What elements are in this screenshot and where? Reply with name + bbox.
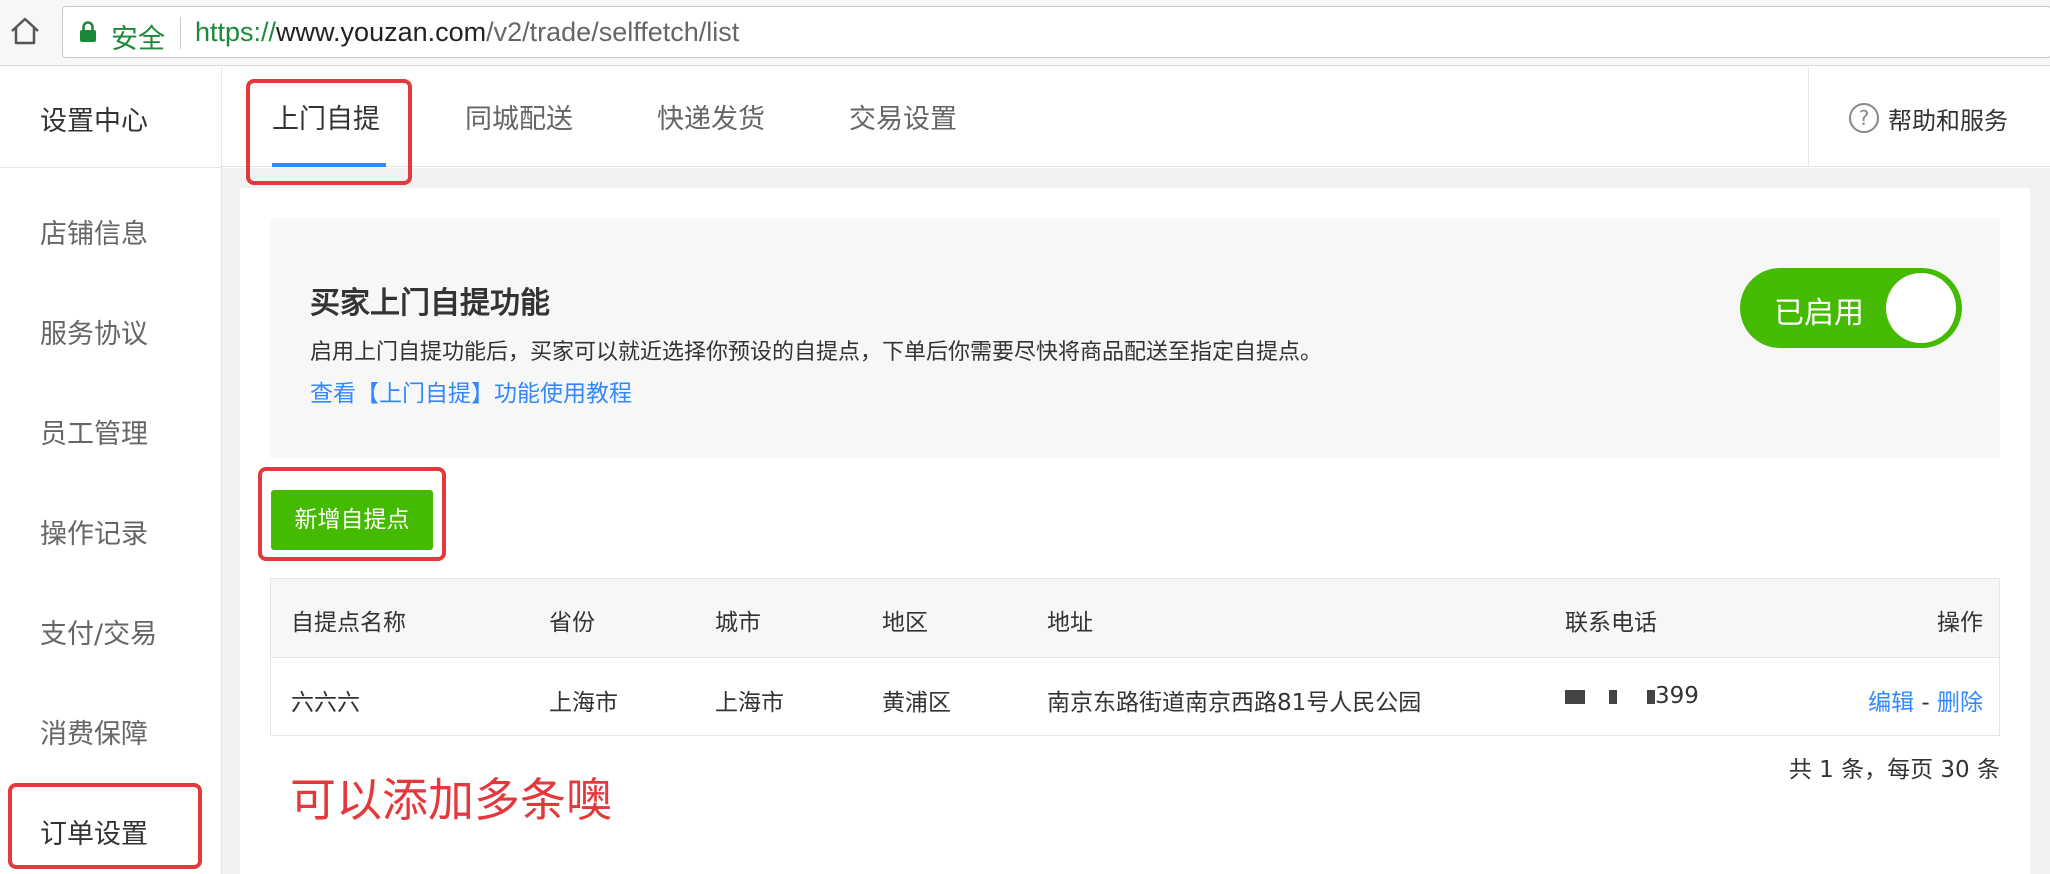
table-header: 自提点名称 省份 城市 地区 地址 联系电话 操作	[271, 579, 1999, 658]
annotation-highlight-tab	[246, 79, 412, 185]
url-host: www.youzan.com	[276, 17, 487, 47]
tab-express-shipping[interactable]: 快递发货	[657, 97, 765, 136]
lock-icon	[80, 21, 96, 42]
browser-address-bar: 安全 https://www.youzan.com/v2/trade/selff…	[0, 0, 2050, 66]
sidebar: 设置中心 店铺信息 服务协议 员工管理 操作记录 支付/交易 消费保障 订单设置	[0, 67, 222, 874]
annotation-note: 可以添加多条噢	[290, 773, 612, 827]
cell-name: 六六六	[291, 690, 360, 716]
sidebar-title: 设置中心	[40, 106, 148, 137]
redacted-phone-mask	[1647, 689, 1655, 704]
redacted-phone-mask	[1609, 689, 1617, 704]
annotation-highlight-sidebar-item	[8, 783, 202, 869]
column-header-actions: 操作	[1937, 610, 1983, 636]
edit-link[interactable]: 编辑	[1868, 690, 1914, 716]
sidebar-item-staff[interactable]: 员工管理	[40, 412, 148, 451]
pagination-summary: 共 1 条，每页 30 条	[1788, 757, 2000, 783]
cell-actions: 编辑 - 删除	[1868, 683, 1983, 717]
action-separator: -	[1921, 690, 1930, 716]
tab-bar: 上门自提 同城配送 快递发货 交易设置 ? 帮助和服务	[222, 67, 2050, 167]
column-header-province: 省份	[549, 610, 595, 636]
toggle-knob	[1886, 273, 1956, 343]
sidebar-item-service-agreement[interactable]: 服务协议	[40, 312, 148, 351]
url-scheme: https://	[195, 17, 277, 47]
url-field[interactable]: 安全 https://www.youzan.com/v2/trade/selff…	[62, 6, 2050, 58]
feature-description: 启用上门自提功能后，买家可以就近选择你预设的自提点，下单后你需要尽快将商品配送至…	[310, 340, 1323, 365]
url-text[interactable]: https://www.youzan.com/v2/trade/selffetc…	[195, 17, 739, 48]
url-path: /v2/trade/selffetch/list	[486, 17, 740, 47]
sidebar-divider	[0, 167, 222, 168]
feature-card: 买家上门自提功能 启用上门自提功能后，买家可以就近选择你预设的自提点，下单后你需…	[270, 218, 2000, 458]
redacted-phone-mask	[1565, 689, 1585, 704]
sidebar-item-consumer-protection[interactable]: 消费保障	[40, 712, 148, 751]
pickup-points-table: 自提点名称 省份 城市 地区 地址 联系电话 操作 六六六 上海市 上海市 黄浦…	[270, 578, 2000, 736]
annotation-highlight-add-button	[258, 467, 446, 561]
phone-suffix: 399	[1655, 683, 1699, 709]
sidebar-item-payment[interactable]: 支付/交易	[40, 612, 157, 651]
feature-toggle[interactable]: 已启用	[1740, 268, 1962, 348]
column-header-name: 自提点名称	[291, 610, 406, 636]
tutorial-link[interactable]: 查看【上门自提】功能使用教程	[310, 374, 632, 408]
tab-trade-settings[interactable]: 交易设置	[849, 97, 957, 136]
cell-district: 黄浦区	[882, 690, 951, 716]
column-header-city: 城市	[715, 610, 761, 636]
cell-phone: 399	[1565, 683, 1699, 709]
sidebar-item-store-info[interactable]: 店铺信息	[40, 212, 148, 251]
help-label: 帮助和服务	[1888, 107, 2008, 135]
cell-address: 南京东路街道南京西路81号人民公园	[1047, 690, 1422, 716]
column-header-address: 地址	[1047, 610, 1093, 636]
home-icon[interactable]	[8, 14, 42, 48]
delete-link[interactable]: 删除	[1937, 690, 1983, 716]
column-header-phone: 联系电话	[1565, 610, 1657, 636]
question-circle-icon: ?	[1849, 103, 1879, 133]
column-header-district: 地区	[882, 610, 928, 636]
url-divider	[180, 17, 181, 49]
secure-label: 安全	[111, 24, 165, 55]
cell-province: 上海市	[549, 690, 618, 716]
cell-city: 上海市	[715, 690, 784, 716]
toggle-label: 已启用	[1774, 296, 1864, 331]
feature-title: 买家上门自提功能	[310, 286, 550, 321]
sidebar-item-operation-log[interactable]: 操作记录	[40, 512, 148, 551]
tab-local-delivery[interactable]: 同城配送	[465, 97, 573, 136]
help-and-service[interactable]: ? 帮助和服务	[1808, 67, 2050, 167]
